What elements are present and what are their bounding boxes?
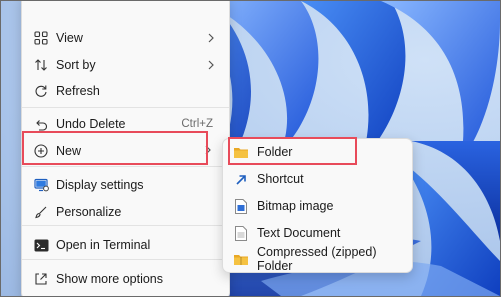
text-document-icon <box>233 225 249 241</box>
submenu-item-label: Text Document <box>257 226 341 240</box>
terminal-icon <box>33 237 49 253</box>
submenu-item-shortcut[interactable]: Shortcut <box>223 167 412 191</box>
highlight-new-item <box>22 131 208 165</box>
shortcut-arrow-icon <box>233 171 249 187</box>
refresh-icon <box>33 83 49 99</box>
menu-item-label: Display settings <box>56 178 144 192</box>
bitmap-image-icon <box>233 198 249 214</box>
menu-separator <box>22 166 229 167</box>
menu-item-label: Personalize <box>56 205 122 219</box>
menu-item-open-in-terminal[interactable]: Open in Terminal <box>22 233 229 257</box>
chevron-right-icon <box>208 33 214 43</box>
display-settings-icon <box>33 177 49 193</box>
submenu-item-label: Bitmap image <box>257 199 334 213</box>
submenu-item-compressed-folder[interactable]: Compressed (zipped) Folder <box>223 245 412 273</box>
menu-item-label: Undo Delete <box>56 117 126 131</box>
menu-separator <box>22 225 229 226</box>
submenu-item-text-document[interactable]: Text Document <box>223 221 412 245</box>
menu-item-label: View <box>56 31 83 45</box>
submenu-item-label: Shortcut <box>257 172 304 186</box>
menu-item-personalize[interactable]: Personalize <box>22 200 229 224</box>
submenu-item-bitmap-image[interactable]: Bitmap image <box>223 194 412 218</box>
menu-item-view[interactable]: View <box>22 26 229 50</box>
sort-icon <box>33 57 49 73</box>
menu-item-sort-by[interactable]: Sort by <box>22 53 229 77</box>
chevron-right-icon <box>208 60 214 70</box>
keyboard-shortcut: Ctrl+Z <box>181 118 213 130</box>
menu-separator <box>22 259 229 260</box>
undo-icon <box>33 116 49 132</box>
desktop-screenshot: View Sort by Refresh Undo Delete Ctrl+Z … <box>0 0 501 297</box>
menu-item-label: Open in Terminal <box>56 238 151 252</box>
brush-icon <box>33 204 49 220</box>
menu-item-show-more-options[interactable]: Show more options <box>22 267 229 291</box>
grid-icon <box>33 30 49 46</box>
menu-item-refresh[interactable]: Refresh <box>22 79 229 103</box>
menu-item-label: Sort by <box>56 58 96 72</box>
menu-item-label: Show more options <box>56 272 164 286</box>
menu-item-label: Refresh <box>56 84 100 98</box>
submenu-item-label: Compressed (zipped) Folder <box>257 245 377 273</box>
share-icon <box>33 271 49 287</box>
zipped-folder-icon <box>233 251 249 267</box>
menu-separator <box>22 107 229 108</box>
highlight-folder-item <box>228 137 357 165</box>
menu-item-display-settings[interactable]: Display settings <box>22 173 229 197</box>
